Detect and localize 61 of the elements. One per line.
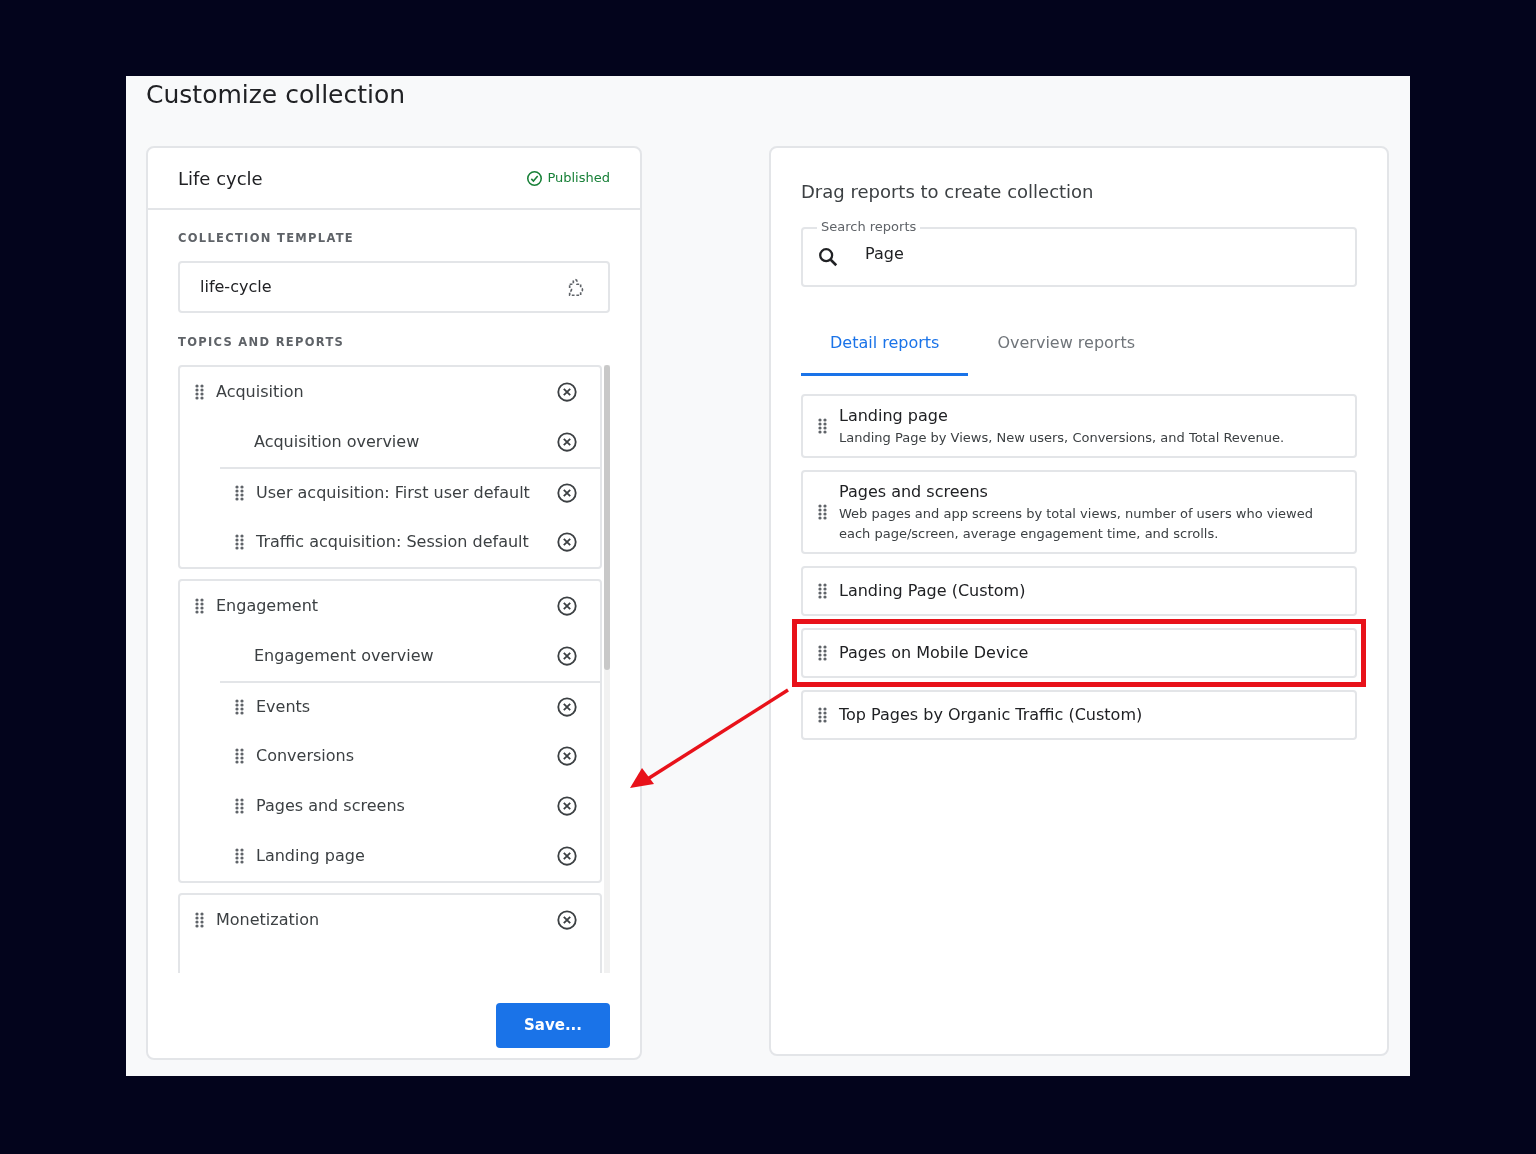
drag-handle-icon[interactable]	[817, 504, 829, 521]
panel-heading: Drag reports to create collection	[801, 180, 1095, 204]
tab[interactable]: Detail reports	[801, 317, 969, 376]
report-item: Pages and screens	[256, 794, 406, 817]
drag-handle-icon[interactable]	[194, 597, 206, 614]
remove-icon[interactable]	[556, 844, 578, 867]
report-card[interactable]: Landing Page (Custom)	[801, 566, 1357, 617]
report-description: Landing Page by Views, New users, Conversions, and Total Revenue.	[839, 429, 1285, 447]
report-card[interactable]: Pages on Mobile Device	[801, 628, 1357, 679]
status-label: Published	[526, 168, 610, 188]
drag-handle-icon[interactable]	[234, 747, 246, 764]
report-item: User acquisition: First user default	[256, 481, 531, 504]
drag-handle-icon[interactable]	[234, 484, 246, 501]
overview-item: Engagement overview	[254, 644, 435, 667]
report-name: Pages and screens	[839, 481, 989, 504]
remove-icon[interactable]	[556, 481, 578, 504]
drag-handle-icon[interactable]	[817, 645, 829, 662]
topic-name: Monetization	[216, 908, 321, 931]
collection-name: Life cycle	[178, 166, 263, 191]
remove-icon[interactable]	[556, 380, 578, 403]
report-item: Events	[256, 695, 312, 718]
report-name: Pages on Mobile Device	[839, 642, 1029, 665]
drag-handle-icon[interactable]	[817, 583, 829, 600]
remove-icon[interactable]	[556, 794, 578, 817]
check-circle-icon	[526, 169, 544, 187]
report-description: Web pages and app screens by total views, number of users who viewed each page/screen, average engagement time, and scrolls.	[839, 505, 1314, 544]
scrollbar[interactable]	[604, 364, 610, 973]
remove-icon[interactable]	[556, 695, 578, 718]
report-item: Landing page	[256, 844, 366, 867]
remove-icon[interactable]	[556, 744, 578, 767]
report-card[interactable]: Pages and screens Web pages and app screens by total views, number of users who viewed each page/screen, average engagement time, and scrolls.	[801, 470, 1357, 555]
drag-handle-icon[interactable]	[194, 383, 206, 400]
drag-handle-icon[interactable]	[817, 418, 829, 435]
template-field[interactable]: life-cycle	[178, 261, 610, 314]
section-label: TOPICS AND REPORTS	[178, 334, 346, 352]
remove-icon[interactable]	[556, 430, 578, 453]
page-title: Customize collection	[145, 79, 407, 111]
drag-handle-icon[interactable]	[234, 533, 246, 550]
section-label: COLLECTION TEMPLATE	[178, 230, 355, 247]
remove-icon[interactable]	[556, 908, 578, 931]
drag-handle-icon[interactable]	[234, 698, 246, 715]
topic-name: Engagement	[216, 594, 320, 617]
save-button[interactable]: Save...	[496, 1002, 610, 1048]
remove-icon[interactable]	[556, 530, 578, 553]
drag-handle-icon[interactable]	[234, 847, 246, 864]
report-item: Conversions	[256, 744, 356, 767]
drag-handle-icon[interactable]	[234, 797, 246, 814]
drag-handle-icon[interactable]	[817, 707, 829, 724]
remove-icon[interactable]	[556, 594, 578, 617]
drag-handle-icon[interactable]	[194, 911, 206, 928]
remove-icon[interactable]	[556, 644, 578, 667]
search-icon	[817, 246, 839, 268]
report-item: Traffic acquisition: Session default	[256, 530, 530, 553]
report-card[interactable]: Top Pages by Organic Traffic (Custom)	[801, 690, 1357, 741]
report-name: Top Pages by Organic Traffic (Custom)	[839, 704, 1143, 727]
report-name: Landing page	[839, 405, 949, 427]
topic-name: Acquisition	[216, 380, 305, 403]
tab[interactable]: Overview reports	[968, 317, 1165, 376]
report-card[interactable]: Landing page Landing Page by Views, New users, Conversions, and Total Revenue.	[801, 394, 1357, 459]
overview-item: Acquisition overview	[254, 430, 421, 453]
report-name: Landing Page (Custom)	[839, 580, 1026, 603]
